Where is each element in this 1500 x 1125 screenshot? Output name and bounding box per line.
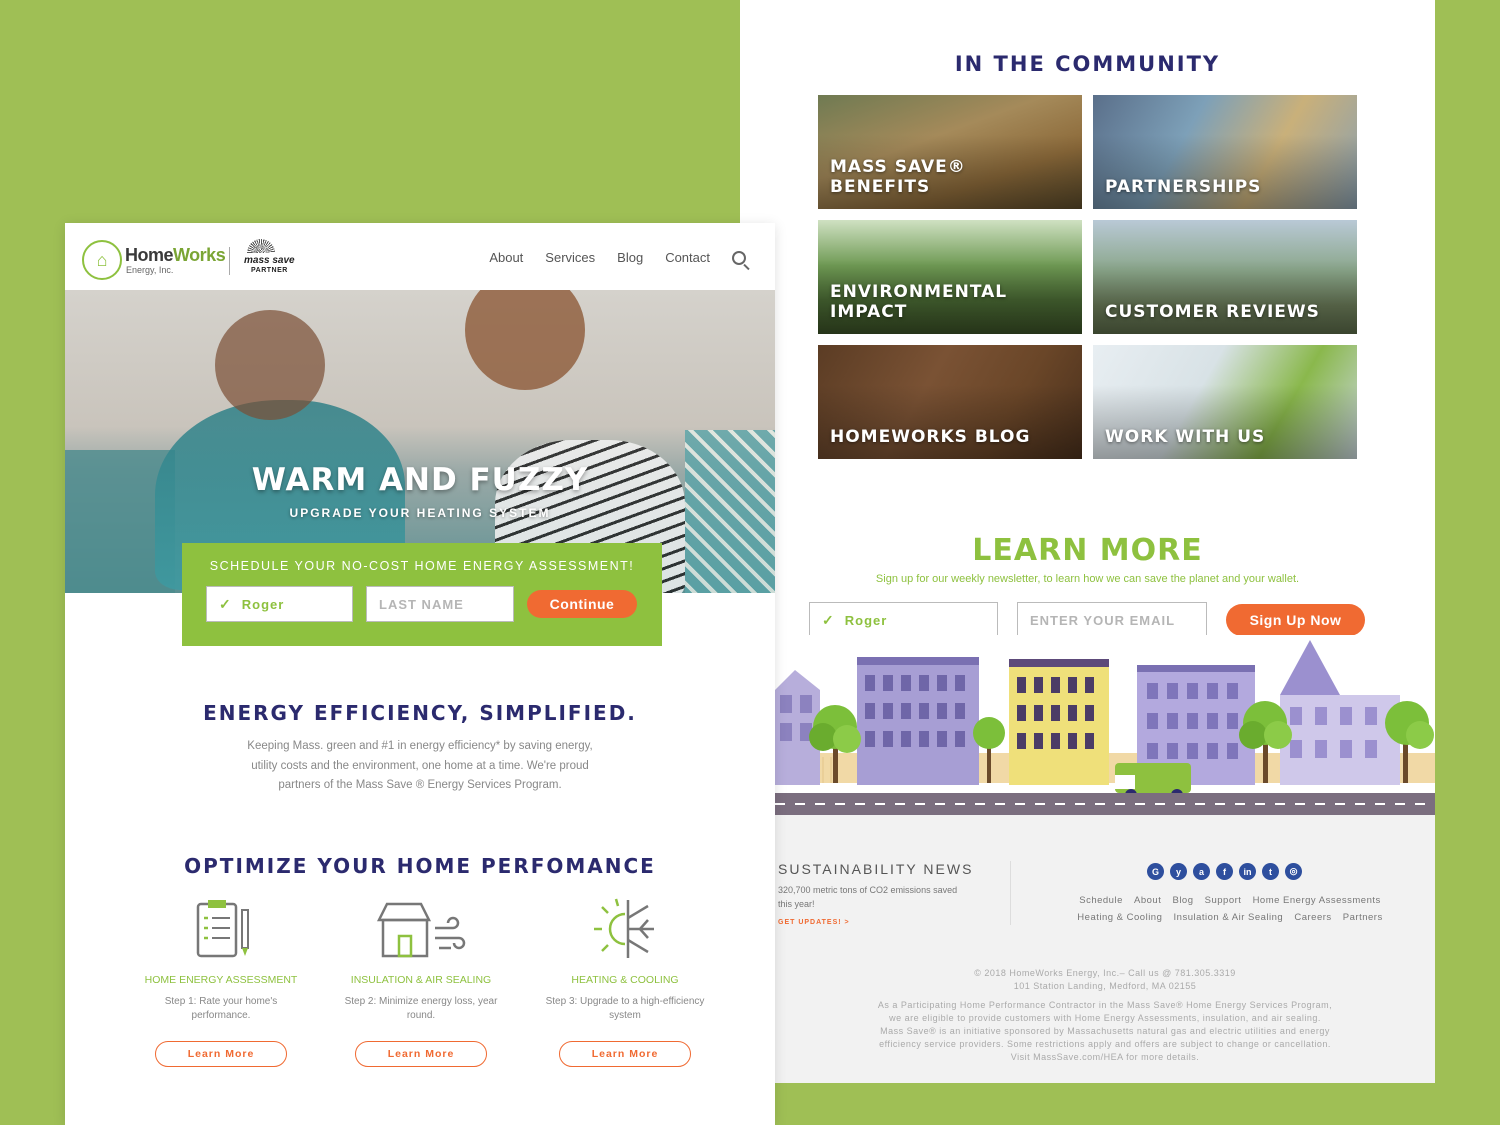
footer-link-home-energy-assessments[interactable]: Home Energy Assessments (1253, 895, 1381, 906)
efficiency-title: ENERGY EFFICIENCY, SIMPLIFIED. (203, 701, 637, 725)
optimize-title: OPTIMIZE YOUR HOME PERFOMANCE (184, 854, 656, 878)
nav-contact[interactable]: Contact (665, 250, 710, 265)
logo-separator (229, 247, 230, 275)
sustainability-title: SUSTAINABILITY NEWS (778, 861, 974, 877)
homeworks-logo-icon[interactable]: ⌂ (82, 240, 122, 280)
legal-line: we are eligible to provide customers wit… (889, 1013, 1321, 1023)
feature-name: HEATING & COOLING (571, 974, 679, 986)
footer-divider (1010, 861, 1011, 925)
nav-services[interactable]: Services (545, 250, 595, 265)
linkedin-icon[interactable]: in (1239, 863, 1256, 880)
newsletter-email-field[interactable]: ENTER YOUR EMAIL (1017, 602, 1207, 638)
logo-name-part1: Home (125, 245, 174, 265)
feature-heating-cooling: HEATING & COOLING Step 3: Upgrade to a h… (545, 898, 705, 1067)
mass-save-sun-icon (247, 239, 275, 253)
get-updates-link[interactable]: GET UPDATES! > (778, 919, 850, 926)
yelp-icon[interactable]: y (1170, 863, 1187, 880)
footer-links-row1: Schedule About Blog Support Home Energy … (1060, 895, 1400, 906)
feature-description: Step 2: Minimize energy loss, year round… (344, 996, 498, 1021)
tile-homeworks-blog[interactable]: HOMEWORKS BLOG (818, 345, 1082, 459)
tile-label: ENVIRONMENTAL IMPACT (830, 282, 1008, 322)
legal-line: As a Participating Home Performance Cont… (877, 1000, 1333, 1010)
tile-environmental-impact[interactable]: ENVIRONMENTAL IMPACT (818, 220, 1082, 334)
footer-link-support[interactable]: Support (1205, 895, 1242, 906)
nav-blog[interactable]: Blog (617, 250, 643, 265)
feature-description: Step 3: Upgrade to a high-efficiency sys… (545, 996, 705, 1021)
feature-name: INSULATION & AIR SEALING (350, 974, 492, 986)
newsletter-name-field[interactable]: ✓ Roger (809, 602, 998, 638)
home-page: ⌂ HomeWorks Energy, Inc. mass save PARTN… (65, 223, 775, 1125)
mass-save-name: mass save (244, 255, 295, 266)
city-illustration (775, 635, 1435, 815)
twitter-icon[interactable]: t (1262, 863, 1279, 880)
continue-button[interactable]: Continue (527, 590, 637, 618)
nav-about[interactable]: About (489, 250, 523, 265)
tile-label: WORK WITH US (1105, 427, 1266, 447)
angies-list-icon[interactable]: a (1193, 863, 1210, 880)
feature-description: Step 1: Rate your home's performance. (164, 996, 278, 1021)
feature-home-energy-assessment: HOME ENERGY ASSESSMENT Step 1: Rate your… (141, 898, 301, 1067)
instagram-icon[interactable]: ◎ (1285, 863, 1302, 880)
footer: SUSTAINABILITY NEWS 320,700 metric tons … (775, 815, 1435, 1083)
footer-link-partners[interactable]: Partners (1343, 912, 1383, 923)
community-title: IN THE COMMUNITY (954, 52, 1221, 76)
legal-line: Mass Save® is an initiative sponsored by… (880, 1026, 1330, 1036)
tile-label: MASS SAVE® BENEFITS (830, 157, 966, 197)
main-nav: About Services Blog Contact (489, 250, 710, 265)
legal-line: efficiency service providers. Some restr… (879, 1039, 1331, 1049)
sun-snowflake-icon (545, 898, 705, 960)
hero-subtitle: UPGRADE YOUR HEATING SYSTEM (289, 506, 551, 520)
footer-links-row2: Heating & Cooling Insulation & Air Seali… (1060, 912, 1400, 923)
learn-more-button[interactable]: Learn More (155, 1041, 287, 1067)
google-icon[interactable]: G (1147, 863, 1164, 880)
sign-up-button[interactable]: Sign Up Now (1226, 604, 1365, 636)
schedule-form: SCHEDULE YOUR NO-COST HOME ENERGY ASSESS… (182, 543, 662, 646)
learn-more-button[interactable]: Learn More (355, 1041, 487, 1067)
schedule-title: SCHEDULE YOUR NO-COST HOME ENERGY ASSESS… (209, 559, 635, 573)
tile-label: HOMEWORKS BLOG (830, 427, 1031, 447)
footer-link-schedule[interactable]: Schedule (1079, 895, 1123, 906)
logo-name[interactable]: HomeWorks (125, 245, 226, 266)
footer-link-heating-cooling[interactable]: Heating & Cooling (1077, 912, 1162, 923)
footer-link-about[interactable]: About (1134, 895, 1161, 906)
learn-more-title: LEARN MORE (972, 533, 1203, 568)
footer-link-blog[interactable]: Blog (1172, 895, 1193, 906)
check-icon: ✓ (219, 595, 232, 612)
facebook-icon[interactable]: f (1216, 863, 1233, 880)
hero-title: WARM AND FUZZY (251, 462, 589, 498)
sustainability-text: 320,700 metric tons of CO2 emissions sav… (778, 885, 958, 909)
check-icon: ✓ (822, 611, 835, 628)
house-wind-icon (341, 898, 501, 960)
first-name-field[interactable]: ✓ Roger (206, 586, 353, 622)
address-text: 101 Station Landing, Medford, MA 02155 (1013, 981, 1197, 991)
copyright-text: © 2018 HomeWorks Energy, Inc.– Call us @… (974, 968, 1236, 978)
learn-more-button[interactable]: Learn More (559, 1041, 691, 1067)
learn-more-subtitle: Sign up for our weekly newsletter, to le… (875, 573, 1300, 585)
tile-work-with-us[interactable]: WORK WITH US (1093, 345, 1357, 459)
footer-link-careers[interactable]: Careers (1294, 912, 1331, 923)
first-name-value: Roger (241, 596, 285, 612)
footer-link-insulation[interactable]: Insulation & Air Sealing (1174, 912, 1284, 923)
efficiency-text: Keeping Mass. green and #1 in energy eff… (247, 740, 593, 791)
social-icons: G y a f in t ◎ (1147, 863, 1302, 880)
feature-name: HOME ENERGY ASSESSMENT (144, 974, 298, 986)
last-name-placeholder: LAST NAME (379, 596, 464, 612)
community-page: IN THE COMMUNITY MASS SAVE® BENEFITS PAR… (740, 0, 1435, 1083)
logo-subtitle: Energy, Inc. (126, 265, 174, 275)
feature-insulation-air-sealing: INSULATION & AIR SEALING Step 2: Minimiz… (341, 898, 501, 1067)
tile-label: PARTNERSHIPS (1105, 177, 1262, 197)
newsletter-name-value: Roger (844, 612, 888, 628)
legal-line: Visit MassSave.com/HEA for more details. (1010, 1052, 1200, 1062)
logo-name-part2: Works (173, 245, 226, 265)
mass-save-partner-label: PARTNER (251, 267, 288, 274)
search-icon[interactable] (732, 251, 746, 265)
email-placeholder: ENTER YOUR EMAIL (1030, 612, 1176, 628)
last-name-field[interactable]: LAST NAME (366, 586, 514, 622)
tile-partnerships[interactable]: PARTNERSHIPS (1093, 95, 1357, 209)
tile-mass-save-benefits[interactable]: MASS SAVE® BENEFITS (818, 95, 1082, 209)
tile-label: CUSTOMER REVIEWS (1105, 302, 1320, 322)
tile-customer-reviews[interactable]: CUSTOMER REVIEWS (1093, 220, 1357, 334)
clipboard-icon (141, 898, 301, 960)
